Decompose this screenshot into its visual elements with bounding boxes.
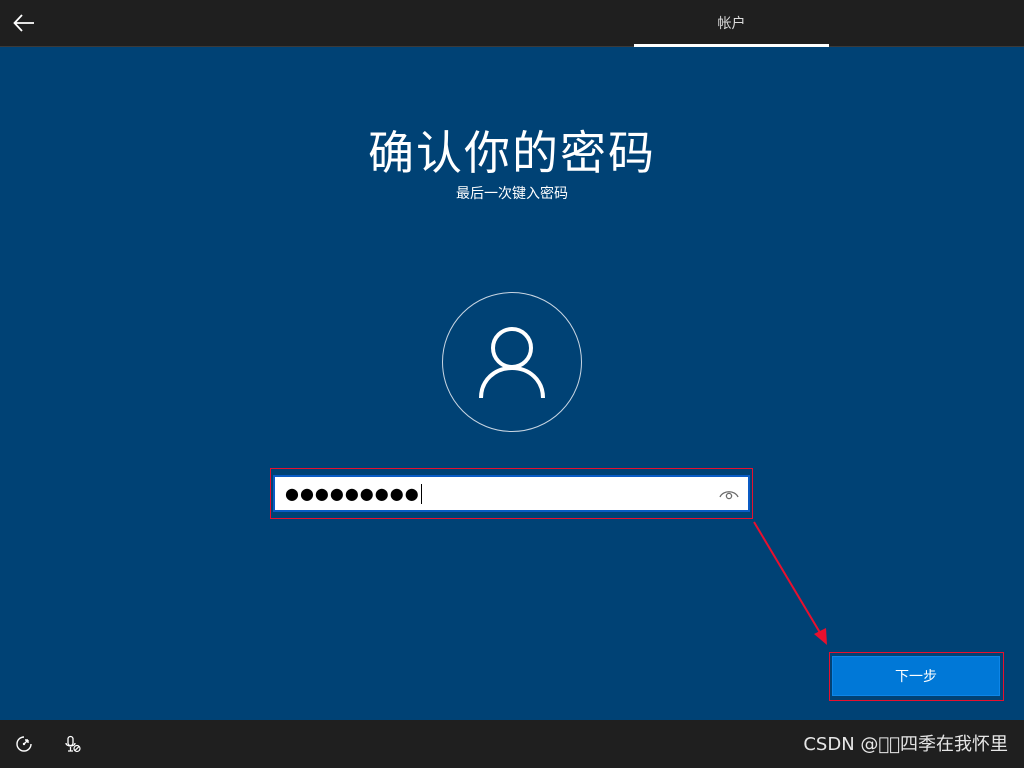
text-caret [420,483,422,504]
watermark-text: CSDN @  四季在我怀里 [803,734,1008,755]
page-subtitle: 最后一次键入密码 [456,186,568,202]
annotation-arrow [753,521,827,645]
back-button[interactable] [8,7,40,39]
password-input[interactable]: ●●●●●●●●● [273,475,750,512]
next-button-label: 下一步 [895,669,937,685]
microphone-muted-icon [65,735,81,753]
eye-icon [719,491,739,500]
ease-of-access-button[interactable] [14,734,34,754]
avatar [442,292,582,432]
page-title: 确认你的密码 [368,126,656,180]
microphone-button[interactable] [62,734,82,754]
password-value: ●●●●●●●●● [285,483,420,503]
top-bar: 帐户 [0,0,1024,47]
reveal-password-button[interactable] [718,484,740,504]
ease-of-access-icon [16,736,32,752]
tab-account: 帐户 [634,0,829,46]
arrow-left-icon [13,14,34,32]
tab-account-label: 帐户 [717,16,746,32]
tab-active-indicator [634,44,829,47]
bottom-bar: CSDN @  四季在我怀里 [0,720,1024,768]
next-button[interactable]: 下一步 [832,656,1000,696]
user-icon [479,327,545,399]
oobe-screen: 帐户 确认你的密码 最后一次键入密码 ●●●●●●●●● 下一步 [0,0,1024,768]
